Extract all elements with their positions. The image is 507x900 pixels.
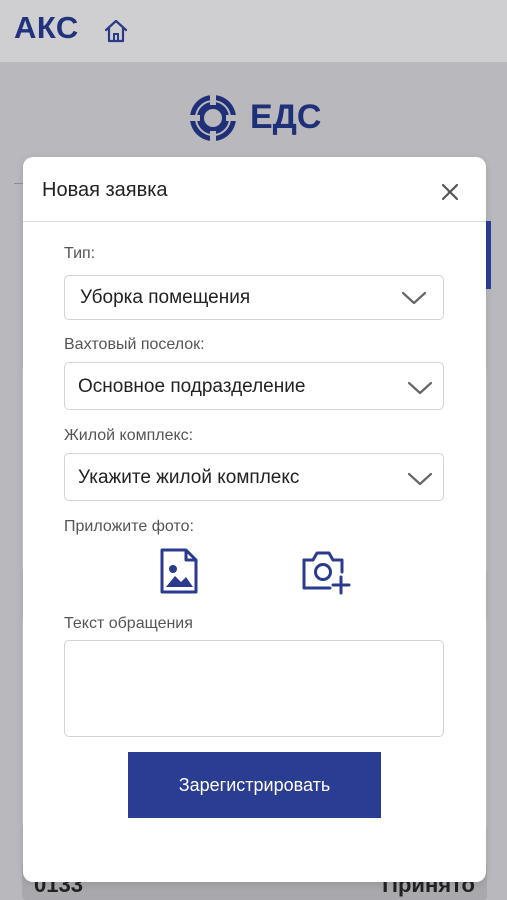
- message-textarea[interactable]: [64, 640, 444, 737]
- chevron-down-icon: [407, 472, 433, 486]
- home-icon[interactable]: [102, 17, 130, 45]
- type-select-value: Уборка помещения: [80, 287, 251, 308]
- lifebuoy-icon: [189, 94, 237, 142]
- message-label: Текст обращения: [64, 615, 193, 632]
- type-label: Тип:: [64, 245, 96, 262]
- photo-label: Приложите фото:: [64, 518, 194, 535]
- image-file-icon[interactable]: [158, 547, 200, 595]
- complex-select-value: Укажите жилой комплекс: [78, 467, 300, 488]
- chevron-down-icon: [401, 291, 427, 305]
- chevron-down-icon: [407, 381, 433, 395]
- complex-select[interactable]: Укажите жилой комплекс: [64, 453, 444, 501]
- section-title: ЕДС: [250, 98, 322, 136]
- register-button[interactable]: Зарегистрировать: [128, 752, 381, 818]
- camp-select-value: Основное подразделение: [78, 376, 306, 397]
- type-select[interactable]: Уборка помещения: [64, 275, 444, 320]
- new-request-modal: Новая заявка Тип: Уборка помещения Вахто…: [23, 157, 486, 882]
- modal-title: Новая заявка: [42, 179, 168, 201]
- modal-header: Новая заявка: [23, 157, 486, 222]
- camp-label: Вахтовый поселок:: [64, 336, 205, 353]
- camera-add-icon[interactable]: [299, 547, 351, 595]
- camp-select[interactable]: Основное подразделение: [64, 362, 444, 410]
- close-icon[interactable]: [435, 177, 465, 207]
- complex-label: Жилой комплекс:: [64, 427, 194, 444]
- brand-logo-text[interactable]: АКС: [14, 10, 79, 46]
